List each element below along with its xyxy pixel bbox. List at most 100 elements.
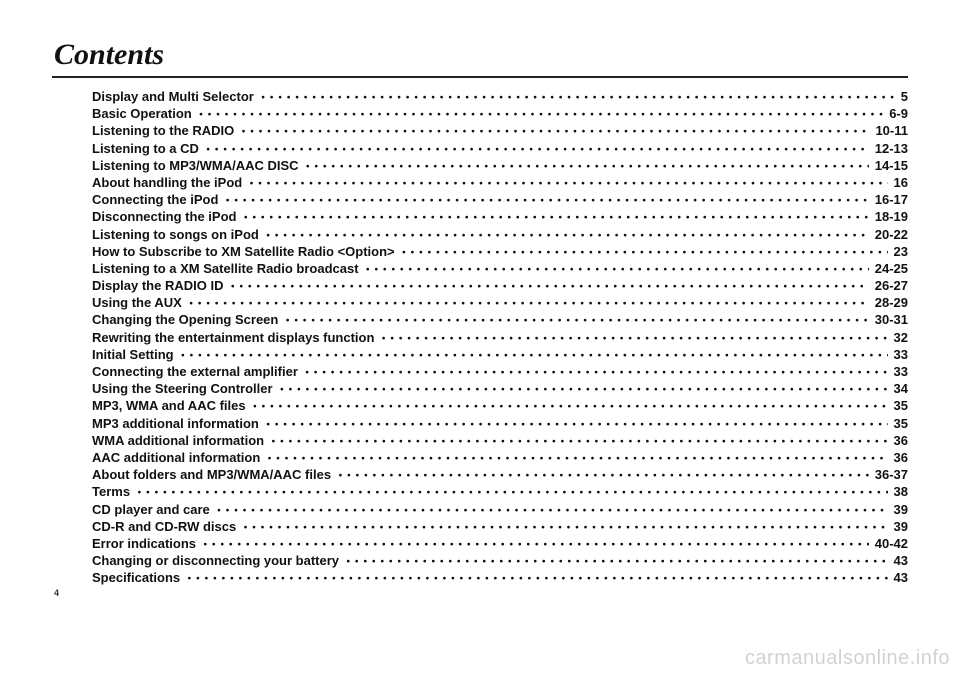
toc-page-number: 40-42 xyxy=(875,537,908,550)
toc-label: Display and Multi Selector xyxy=(92,90,254,103)
toc-row: Error indications ･･･････････････････････… xyxy=(92,537,908,550)
toc-page-number: 18-19 xyxy=(875,210,908,223)
toc-leader-dots: ････････････････････････････････････････… xyxy=(180,349,888,362)
toc-row: About handling the iPod･････････････････… xyxy=(92,176,908,189)
toc-leader-dots: ････････････････････････････････････････… xyxy=(260,91,895,104)
toc-leader-dots: ････････････････････････････････････････… xyxy=(252,400,888,413)
toc-row: How to Subscribe to XM Satellite Radio <… xyxy=(92,245,908,258)
toc-leader-dots: ････････････････････････････････････････… xyxy=(224,194,868,207)
toc-label: Display the RADIO ID xyxy=(92,279,223,292)
toc-row: Listening to MP3/WMA/AAC DISC ･･･････････… xyxy=(92,159,908,172)
toc-row: Using the Steering Controller ･･･････････… xyxy=(92,382,908,395)
toc-row: CD-R and CD-RW discs ････････････････････… xyxy=(92,520,908,533)
toc-row: MP3 additional information･･････････････… xyxy=(92,417,908,430)
toc-label: Using the AUX xyxy=(92,296,182,309)
watermark: carmanualsonline.info xyxy=(745,647,950,670)
toc-page-number: 34 xyxy=(894,382,908,395)
toc-label: Listening to a CD xyxy=(92,142,199,155)
toc-label: MP3, WMA and AAC files xyxy=(92,399,246,412)
toc-label: About folders and MP3/WMA/AAC files xyxy=(92,468,331,481)
toc-leader-dots: ････････････････････････････････････････… xyxy=(284,314,868,327)
toc-leader-dots: ････････････････････････････････････････… xyxy=(270,435,887,448)
toc-leader-dots: ････････････････････････････････････････… xyxy=(186,572,887,585)
toc-row: MP3, WMA and AAC files ･･････････････････… xyxy=(92,399,908,412)
toc-page-number: 16 xyxy=(894,176,908,189)
toc-leader-dots: ････････････････････････････････････････… xyxy=(337,469,869,482)
toc-row: WMA additional information･･････････････… xyxy=(92,434,908,447)
toc-leader-dots: ････････････････････････････････････････… xyxy=(240,125,869,138)
toc-label: Initial Setting xyxy=(92,348,174,361)
toc-leader-dots: ････････････････････････････････････････… xyxy=(136,486,887,499)
toc-page-number: 32 xyxy=(894,331,908,344)
toc-label: Listening to the RADIO xyxy=(92,124,234,137)
toc-leader-dots: ････････････････････････････････････････… xyxy=(202,538,869,551)
toc-label: Terms xyxy=(92,485,130,498)
toc-leader-dots: ････････････････････････････････････････… xyxy=(380,332,887,345)
toc-page-number: 28-29 xyxy=(875,296,908,309)
toc-row: Initial Setting ･････････････････････････… xyxy=(92,348,908,361)
toc-page-number: 20-22 xyxy=(875,228,908,241)
toc-row: Listening to a CD･･･････････････････････… xyxy=(92,142,908,155)
toc-page-number: 39 xyxy=(894,503,908,516)
toc-page-number: 10-11 xyxy=(875,124,908,137)
toc-label: Changing the Opening Screen xyxy=(92,313,278,326)
toc-leader-dots: ････････････････････････････････････････… xyxy=(198,108,884,121)
toc-label: Listening to MP3/WMA/AAC DISC xyxy=(92,159,299,172)
toc-label: Connecting the iPod xyxy=(92,193,218,206)
toc-page-number: 35 xyxy=(894,399,908,412)
toc-row: Connecting the iPod ･････････････････････… xyxy=(92,193,908,206)
toc-leader-dots: ････････････････････････････････････････… xyxy=(279,383,888,396)
toc-leader-dots: ････････････････････････････････････････… xyxy=(242,211,868,224)
toc-page-number: 6-9 xyxy=(889,107,908,120)
toc-label: Changing or disconnecting your battery xyxy=(92,554,339,567)
toc-label: Basic Operation xyxy=(92,107,192,120)
toc-row: Connecting the external amplifier ･･･････… xyxy=(92,365,908,378)
toc-leader-dots: ････････････････････････････････････････… xyxy=(216,504,888,517)
toc-leader-dots: ････････････････････････････････････････… xyxy=(242,521,887,534)
toc-leader-dots: ････････････････････････････････････････… xyxy=(266,452,887,465)
toc-label: Listening to songs on iPod xyxy=(92,228,259,241)
page-number: 4 xyxy=(54,588,908,598)
toc-page-number: 43 xyxy=(894,554,908,567)
toc-label: CD-R and CD-RW discs xyxy=(92,520,236,533)
toc-page-number: 38 xyxy=(894,485,908,498)
toc-label: About handling the iPod xyxy=(92,176,242,189)
toc-row: Using the AUX ･･･････････････････････････… xyxy=(92,296,908,309)
title-divider xyxy=(52,76,908,78)
page-title: Contents xyxy=(54,38,908,72)
toc-row: Changing or disconnecting your battery･･… xyxy=(92,554,908,567)
toc-page-number: 35 xyxy=(894,417,908,430)
manual-page: Contents Display and Multi Selector ･････… xyxy=(0,0,960,598)
toc-leader-dots: ････････････････････････････････････････… xyxy=(229,280,868,293)
toc-page-number: 5 xyxy=(901,90,908,103)
toc-row: Basic Operation ･････････････････････････… xyxy=(92,107,908,120)
toc-row: Display the RADIO ID ････････････････････… xyxy=(92,279,908,292)
toc-row: CD player and care･･････････････････････… xyxy=(92,503,908,516)
toc-page-number: 23 xyxy=(894,245,908,258)
toc-leader-dots: ････････････････････････････････････････… xyxy=(265,229,869,242)
toc-label: Disconnecting the iPod xyxy=(92,210,236,223)
toc-leader-dots: ････････････････････････････････････････… xyxy=(401,246,888,259)
toc-label: Error indications xyxy=(92,537,196,550)
toc-label: Using the Steering Controller xyxy=(92,382,273,395)
toc-label: Connecting the external amplifier xyxy=(92,365,298,378)
toc-row: Changing the Opening Screen ･････････････… xyxy=(92,313,908,326)
toc-leader-dots: ････････････････････････････････････････… xyxy=(304,366,888,379)
toc-row: About folders and MP3/WMA/AAC files ･････… xyxy=(92,468,908,481)
toc-page-number: 12-13 xyxy=(875,142,908,155)
toc-label: Specifications xyxy=(92,571,180,584)
toc-label: Listening to a XM Satellite Radio broadc… xyxy=(92,262,359,275)
toc-row: Listening to songs on iPod ･･････････････… xyxy=(92,228,908,241)
toc-page-number: 36 xyxy=(894,434,908,447)
toc-row: Listening to a XM Satellite Radio broadc… xyxy=(92,262,908,275)
toc-page-number: 14-15 xyxy=(875,159,908,172)
toc-label: Rewriting the entertainment displays fun… xyxy=(92,331,374,344)
toc-leader-dots: ････････････････････････････････････････… xyxy=(188,297,869,310)
toc-page-number: 16-17 xyxy=(875,193,908,206)
toc-row: Specifications ･･････････････････････････… xyxy=(92,571,908,584)
toc-page-number: 24-25 xyxy=(875,262,908,275)
toc-label: MP3 additional information xyxy=(92,417,259,430)
toc-row: Terms ･･･････････････････････････････････… xyxy=(92,485,908,498)
toc-leader-dots: ････････････････････････････････････････… xyxy=(305,160,869,173)
toc-row: Display and Multi Selector ･･････････････… xyxy=(92,90,908,103)
